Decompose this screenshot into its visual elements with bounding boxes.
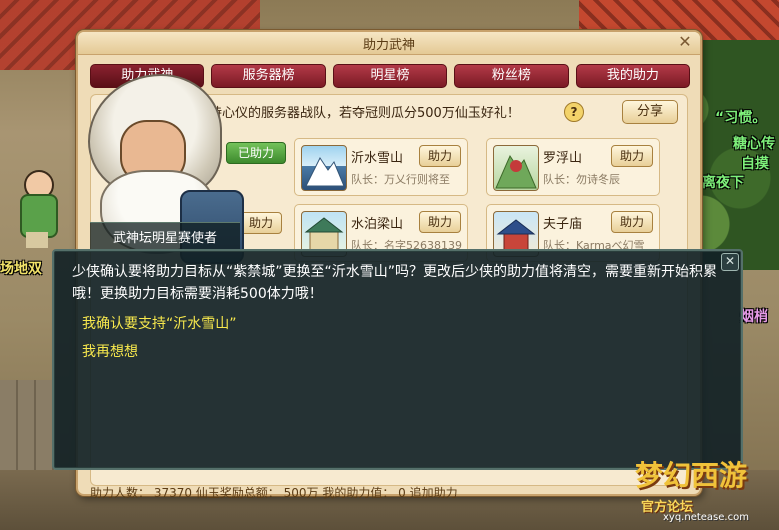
panel-title-bar[interactable]: 助力武神 ✕: [78, 32, 700, 55]
npc-name-plate: 武神坛明星赛使者: [90, 222, 240, 249]
npc-name: 武神坛明星赛使者: [112, 231, 217, 246]
close-icon[interactable]: ✕: [676, 33, 694, 51]
server-name: 夫子庙: [543, 217, 583, 232]
assist-stats-strip: 助力人数： 37370 仙玉奖励总额： 500万 我的助力值： 0 追加助力: [90, 486, 458, 500]
confirm-option[interactable]: 我确认要支持“沂水雪山”: [82, 313, 237, 333]
watermark-brand: 梦幻西游: [635, 459, 748, 492]
banner-text: 支持心仪的服务器战队，若夺冠则瓜分500万仙玉好礼！: [196, 106, 520, 121]
world-chat-text: 自摸: [741, 156, 769, 172]
watermark-url: xyq.netease.com: [663, 512, 749, 523]
help-button[interactable]: ?: [564, 102, 584, 122]
world-player-name: 场地双: [0, 261, 42, 277]
tab-star-ranking[interactable]: 明星榜: [332, 64, 448, 88]
snow-mountain-icon: [301, 145, 347, 191]
close-icon[interactable]: ✕: [721, 253, 739, 271]
site-watermark-logo: 梦幻西游 官方论坛 xyq.netease.com: [635, 446, 775, 526]
dialog-message: 少侠确认要将助力目标从“紫禁城”更换至“沂水雪山”吗？更改后少侠的助力值将清空，…: [72, 264, 718, 302]
server-card: 沂水雪山 助力 队长：万乂行则将至: [294, 138, 468, 196]
world-chat-text: 离夜下: [702, 175, 744, 191]
luofu-mountain-icon: [493, 145, 539, 191]
server-name: 罗浮山: [543, 151, 583, 166]
panel-title: 助力武神: [362, 38, 415, 53]
server-name: 沂水雪山: [351, 151, 404, 166]
server-name: 水泊梁山: [351, 217, 404, 232]
assist-button[interactable]: 助力: [419, 145, 461, 167]
assist-button[interactable]: 助力: [611, 145, 653, 167]
tab-fan-ranking[interactable]: 粉丝榜: [454, 64, 569, 88]
assist-button[interactable]: 助力: [240, 212, 282, 234]
server-leader: 队长：勿诗冬辰: [543, 173, 620, 186]
assist-button[interactable]: 助力: [611, 211, 653, 233]
tab-my-assist[interactable]: 我的助力: [575, 64, 691, 88]
share-button[interactable]: 分享: [622, 100, 678, 124]
player-character[interactable]: [14, 170, 60, 250]
confirm-dialog: ✕ 少侠确认要将助力目标从“紫禁城”更换至“沂水雪山”吗？更改后少侠的助力值将清…: [52, 249, 743, 470]
world-chat-text: 烟梢: [740, 309, 768, 325]
cancel-option[interactable]: 我再想想: [82, 341, 138, 361]
world-chat-text: “习惯。: [715, 110, 767, 126]
server-card: 罗浮山 助力 队长：勿诗冬辰: [486, 138, 660, 196]
world-chat-text: 糖心传: [733, 136, 775, 152]
server-leader: 队长：万乂行则将至: [351, 173, 450, 186]
assist-button[interactable]: 助力: [419, 211, 461, 233]
